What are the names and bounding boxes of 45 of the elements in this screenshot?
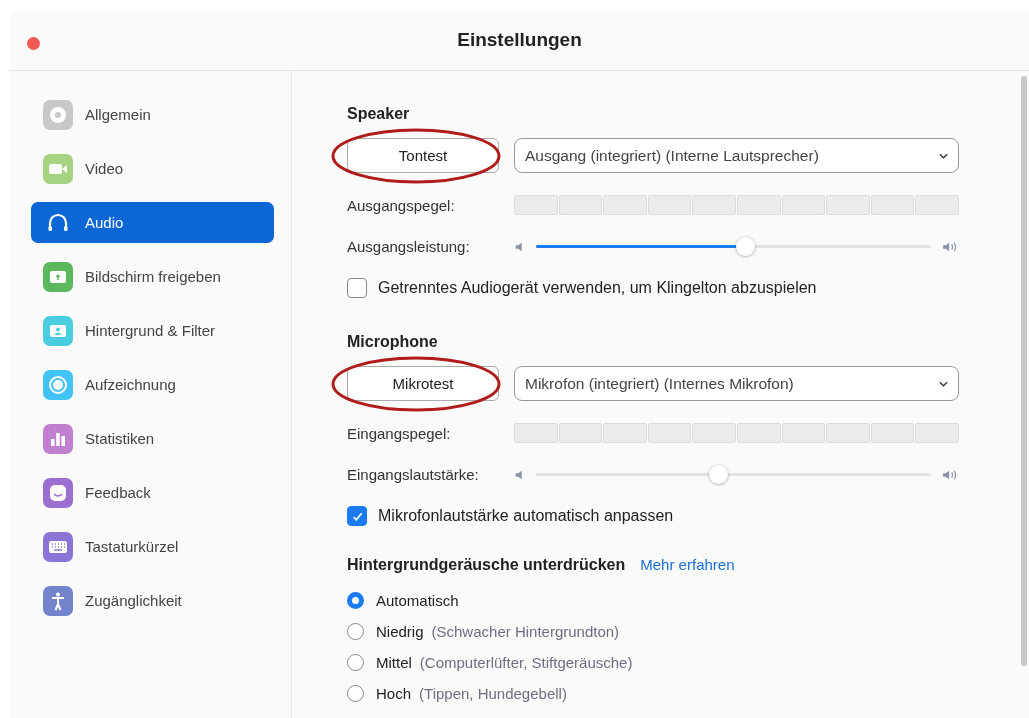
window-title: Einstellungen <box>457 29 582 51</box>
radio-button[interactable] <box>347 592 364 609</box>
checkbox-label: Getrenntes Audiogerät verwenden, um Klingelton abzuspielen <box>378 279 817 297</box>
radio-button[interactable] <box>347 623 364 640</box>
section-heading: Hintergrundgeräusche unterdrücken <box>347 555 626 575</box>
radio-hint: (Schwacher Hintergrundton) <box>431 623 620 640</box>
chevron-icon <box>939 380 948 387</box>
checkbox[interactable] <box>347 278 367 298</box>
volume-slider[interactable] <box>536 237 931 256</box>
test-button[interactable]: Mikrotest <box>347 366 499 401</box>
sidebar-item[interactable]: Video <box>31 148 274 189</box>
sidebar-item[interactable]: Aufzeichnung <box>31 364 274 405</box>
close-button[interactable] <box>27 37 40 50</box>
chevron-icon <box>939 152 948 159</box>
test-button[interactable]: Tontest <box>347 138 499 173</box>
checkbox-label: Mikrofonlautstärke automatisch anpassen <box>378 507 674 525</box>
radio-button[interactable] <box>347 654 364 671</box>
learn-more-link[interactable]: Mehr erfahren <box>640 556 735 573</box>
radio-label: Hoch <box>376 685 412 702</box>
sidebar-item[interactable]: Bildschirm freigeben <box>31 256 274 297</box>
sidebar-item[interactable]: Hintergrund & Filter <box>31 310 274 351</box>
meter-label: Eingangspegel: <box>347 424 452 442</box>
section-heading: Speaker <box>347 104 411 124</box>
volume-label: Eingangslautstärke: <box>347 466 480 483</box>
meter-label: Ausgangspegel: <box>347 196 456 214</box>
radio-label: Niedrig <box>376 623 424 640</box>
sidebar-item[interactable]: Feedback <box>31 472 274 513</box>
volume-label: Ausgangsleistung: <box>347 238 471 255</box>
sidebar-item[interactable]: Zugänglichkeit <box>31 580 274 621</box>
radio-button[interactable] <box>347 685 364 702</box>
speaker-loud-icon <box>941 240 959 253</box>
sidebar-item[interactable]: Tastaturkürzel <box>31 526 274 567</box>
sidebar-item[interactable]: Audio <box>31 202 274 243</box>
radio-label: Automatisch <box>376 592 459 609</box>
device-dropdown[interactable]: Ausgang (integriert) (Interne Lautsprecher) <box>514 138 959 173</box>
device-dropdown[interactable]: Mikrofon (integriert) (Internes Mikrofon) <box>514 366 959 401</box>
sidebar-item[interactable]: Allgemein <box>31 94 274 135</box>
section-heading: Microphone <box>347 332 439 352</box>
radio-hint: (Tippen, Hundegebell) <box>419 685 567 702</box>
checkbox[interactable] <box>347 506 367 526</box>
volume-slider[interactable] <box>536 465 931 484</box>
radio-hint: (Computerlüfter, Stiftgeräusche) <box>419 654 633 671</box>
sidebar-item[interactable]: Statistiken <box>31 418 274 459</box>
radio-label: Mittel <box>376 654 412 671</box>
speaker-loud-icon <box>941 468 959 481</box>
